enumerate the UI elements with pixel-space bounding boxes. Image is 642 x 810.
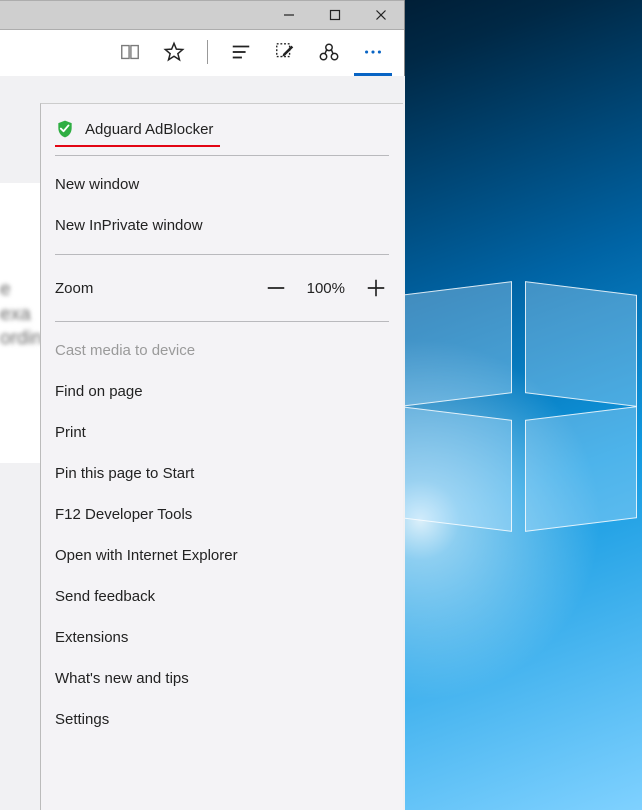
plus-icon [365, 277, 387, 299]
more-button[interactable] [362, 41, 384, 63]
zoom-value: 100% [307, 280, 345, 297]
webnote-button[interactable] [274, 41, 296, 63]
share-icon [318, 41, 340, 63]
shield-icon [55, 119, 75, 139]
minimize-button[interactable] [266, 1, 312, 29]
menu-item-open-ie[interactable]: Open with Internet Explorer [55, 535, 389, 576]
maximize-button[interactable] [312, 1, 358, 29]
star-icon [163, 41, 185, 63]
menu-item-whatsnew[interactable]: What's new and tips [55, 658, 389, 699]
menu-separator [55, 155, 389, 156]
menu-item-feedback[interactable]: Send feedback [55, 576, 389, 617]
menu-item-settings[interactable]: Settings [55, 699, 389, 740]
toolbar-divider [207, 40, 208, 64]
window-titlebar [0, 0, 404, 30]
menu-item-cast: Cast media to device [55, 330, 389, 371]
menu-item-extensions[interactable]: Extensions [55, 617, 389, 658]
zoom-in-button[interactable] [363, 275, 389, 301]
browser-toolbar [0, 30, 404, 74]
reading-view-icon [119, 41, 141, 63]
close-icon [375, 9, 387, 21]
zoom-out-button[interactable] [263, 275, 289, 301]
menu-item-new-window[interactable]: New window [55, 164, 389, 205]
hub-icon [230, 41, 252, 63]
share-button[interactable] [318, 41, 340, 63]
minus-icon [265, 277, 287, 299]
menu-item-zoom: Zoom 100% [55, 263, 389, 313]
more-icon [362, 41, 384, 63]
hub-button[interactable] [230, 41, 252, 63]
more-menu-dropdown: Adguard AdBlocker New window New InPriva… [40, 103, 403, 810]
minimize-icon [283, 9, 295, 21]
zoom-label: Zoom [55, 280, 93, 297]
menu-separator [55, 254, 389, 255]
pen-note-icon [274, 41, 296, 63]
reading-view-button[interactable] [119, 41, 141, 63]
close-button[interactable] [358, 1, 404, 29]
menu-item-pin[interactable]: Pin this page to Start [55, 453, 389, 494]
menu-item-print[interactable]: Print [55, 412, 389, 453]
extension-label: Adguard AdBlocker [85, 121, 213, 138]
menu-item-find[interactable]: Find on page [55, 371, 389, 412]
extension-item-adguard[interactable]: Adguard AdBlocker [55, 116, 220, 147]
menu-item-devtools[interactable]: F12 Developer Tools [55, 494, 389, 535]
maximize-icon [329, 9, 341, 21]
menu-item-new-inprivate[interactable]: New InPrivate window [55, 205, 389, 246]
favorite-button[interactable] [163, 41, 185, 63]
menu-separator [55, 321, 389, 322]
edge-browser-window: e exaordina Adguard AdBlocker New window… [0, 0, 405, 810]
page-content-sliver: e exaordina [0, 183, 40, 463]
